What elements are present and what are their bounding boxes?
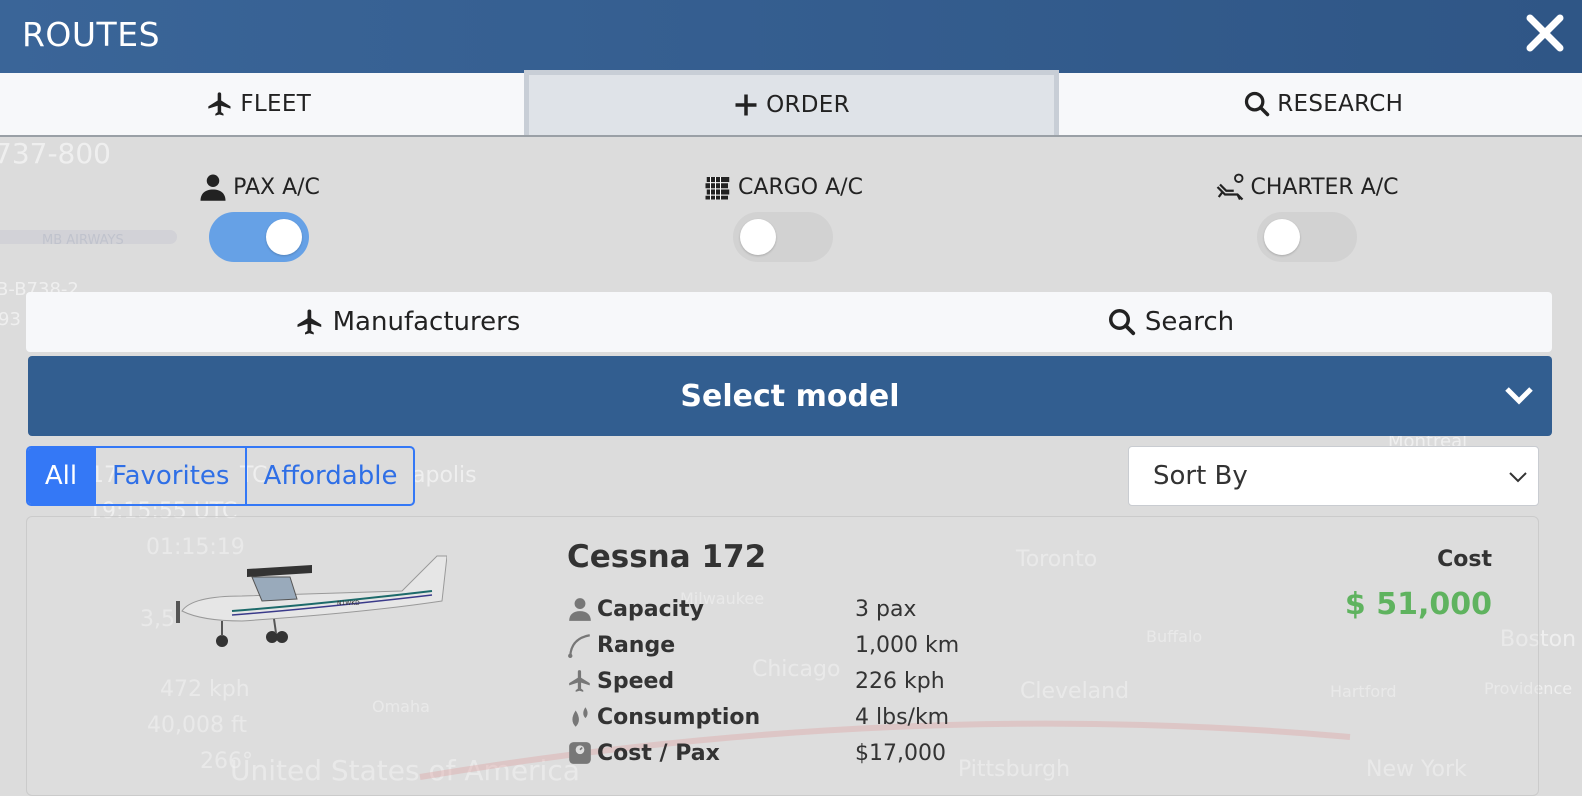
person-icon [200,174,226,201]
filter-all-button[interactable]: All [28,448,94,504]
aircraft-model-name: Cessna 172 [567,539,767,575]
spec-label: Capacity [597,596,705,622]
spec-value: 3 pax [855,596,917,622]
main-tabs: FLEET ORDER RESEARCH [0,70,1582,137]
pax-toggle-switch[interactable] [209,212,309,262]
plus-icon [735,94,757,116]
spec-speed: Speed 226 kph [567,666,945,696]
aircraft-image: N1WKD [176,555,447,647]
search-icon [1108,309,1135,336]
filter-button-group: All Favorites Affordable [26,446,416,506]
spec-cost-per-pax: Cost / Pax $17,000 [567,738,946,768]
tab-label: RESEARCH [1277,91,1404,117]
spec-value: 4 lbs/km [855,704,950,730]
fuel-drop-icon [572,707,588,727]
cost-value: $ 51,000 [1344,587,1492,622]
spec-value: $17,000 [855,740,946,766]
subtab-label: Manufacturers [332,307,521,337]
chevron-down-icon [1509,472,1527,483]
charter-icon [1217,173,1244,201]
subtab-label: Search [1144,307,1235,337]
tab-label: ORDER [766,92,850,118]
charter-toggle-group: CHARTER A/C [1192,172,1422,262]
cargo-toggle-switch[interactable] [733,212,833,262]
sort-by-label: Sort By [1153,461,1248,491]
spec-consumption: Consumption 4 lbs/km [567,702,949,732]
spec-label: Range [597,632,676,658]
cost-label: Cost [1437,547,1492,572]
plane-icon [297,309,321,335]
tab-order[interactable]: ORDER [523,70,1059,135]
page-title: ROUTES [22,15,161,54]
tab-search[interactable]: Search [789,292,1552,352]
cargo-icon [705,177,730,200]
spec-value: 226 kph [855,668,945,694]
charter-toggle-switch[interactable] [1257,212,1357,262]
spec-value: 1,000 km [855,632,960,658]
tab-manufacturers[interactable]: Manufacturers [26,292,789,352]
filter-affordable-button[interactable]: Affordable [245,448,413,504]
chevron-down-icon [1505,387,1533,405]
aircraft-card[interactable]: N1WKD Cessna 172 Capacity 3 pax Range 1,… [26,516,1539,796]
search-icon [1245,91,1270,117]
routes-header: ROUTES [0,0,1582,73]
spec-label: Speed [597,668,675,694]
pax-toggle-label: PAX A/C [233,174,320,200]
spec-range: Range 1,000 km [567,630,959,660]
tab-label: FLEET [240,91,312,117]
select-model-label: Select model [680,378,900,414]
plane-icon [208,92,231,116]
tab-research[interactable]: RESEARCH [1065,73,1582,135]
sort-by-select[interactable]: Sort By [1128,446,1539,506]
plane-icon [569,670,590,692]
cargo-toggle-label: CARGO A/C [738,174,863,200]
pax-toggle-group: PAX A/C [144,172,374,262]
select-model-dropdown[interactable]: Select model [28,356,1552,436]
tab-fleet[interactable]: FLEET [0,73,518,135]
filter-favorites-button[interactable]: Favorites [94,448,245,504]
cargo-toggle-group: CARGO A/C [668,172,898,262]
range-arc-icon [568,634,590,658]
charter-toggle-label: CHARTER A/C [1250,174,1399,200]
spec-label: Consumption [597,704,761,730]
spec-label: Cost / Pax [597,740,720,766]
person-icon [569,598,591,621]
scale-icon [569,742,591,764]
aircraft-registration: N1WKD [337,600,360,607]
spec-capacity: Capacity 3 pax [567,594,916,624]
sub-tabs: Manufacturers Search [26,292,1552,352]
close-icon[interactable] [1522,10,1568,56]
